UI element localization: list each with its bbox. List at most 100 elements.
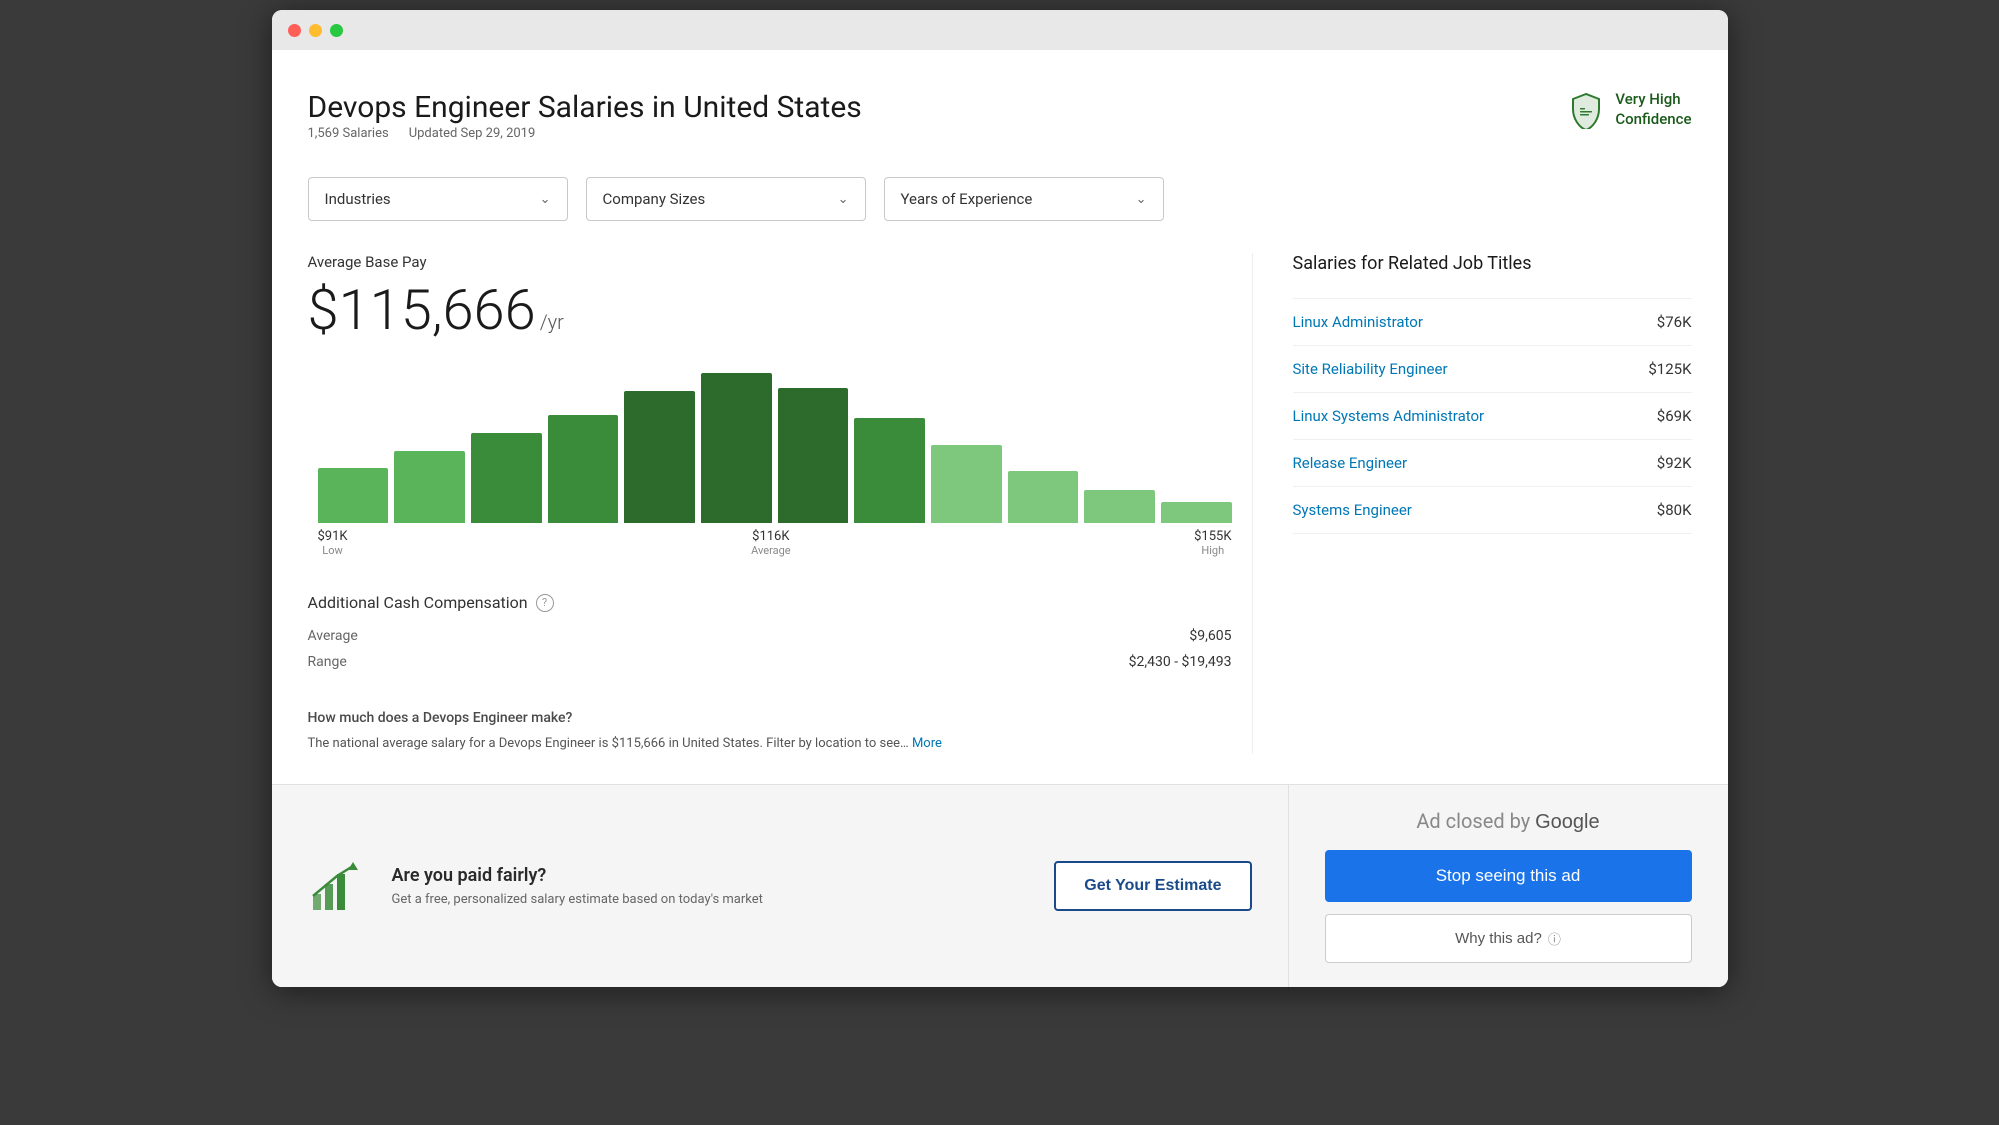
get-estimate-button[interactable]: Get Your Estimate — [1054, 861, 1251, 911]
ad-closed-text: Ad closed by — [1416, 809, 1535, 833]
info-icon: ⓘ — [1548, 929, 1561, 948]
related-job-linux-admin-salary: $76K — [1657, 313, 1692, 331]
updated-date: Updated Sep 29, 2019 — [409, 126, 536, 141]
experience-dropdown[interactable]: Years of Experience ⌄ — [884, 177, 1164, 221]
salary-chart-icon — [308, 856, 368, 916]
cash-comp-title: Additional Cash Compensation ? — [308, 593, 1232, 612]
bar-10 — [1008, 471, 1079, 524]
hist-high-desc: High — [1194, 544, 1231, 557]
bar-2 — [394, 451, 465, 523]
stop-seeing-ad-button[interactable]: Stop seeing this ad — [1325, 850, 1692, 902]
industries-chevron: ⌄ — [540, 192, 551, 207]
bar-1 — [318, 468, 389, 524]
related-jobs-list: Linux Administrator $76K Site Reliabilit… — [1293, 298, 1692, 534]
main-content: Devops Engineer Salaries in United State… — [272, 50, 1728, 754]
left-panel: Average Base Pay $115,666 /yr — [308, 253, 1232, 754]
main-section: Average Base Pay $115,666 /yr — [308, 253, 1692, 754]
cash-compensation: Additional Cash Compensation ? Average $… — [308, 593, 1232, 670]
help-icon[interactable]: ? — [536, 594, 554, 612]
related-item-sre: Site Reliability Engineer $125K — [1293, 346, 1692, 393]
confidence-text: Very HighConfidence — [1615, 90, 1691, 129]
page-title: Devops Engineer Salaries in United State… — [308, 90, 862, 126]
hist-high: $155K High — [1194, 529, 1231, 557]
related-job-release-eng-salary: $92K — [1657, 454, 1692, 472]
ad-icon-wrap — [308, 856, 368, 916]
ad-text-wrap: Are you paid fairly? Get a free, persona… — [392, 865, 1031, 907]
page-title-wrap: Devops Engineer Salaries in United State… — [308, 90, 862, 165]
comp-average-label: Average — [308, 628, 358, 644]
histogram-bars — [318, 373, 1232, 523]
related-job-linux-sysadmin-link[interactable]: Linux Systems Administrator — [1293, 407, 1485, 425]
desc-text: The national average salary for a Devops… — [308, 734, 1232, 754]
bar-8 — [854, 418, 925, 523]
bar-11 — [1084, 490, 1155, 523]
why-ad-label: Why this ad? — [1455, 930, 1542, 947]
comp-range-value: $2,430 - $19,493 — [1129, 654, 1232, 670]
company-sizes-dropdown[interactable]: Company Sizes ⌄ — [586, 177, 866, 221]
cash-comp-label: Additional Cash Compensation — [308, 593, 528, 612]
bar-4 — [548, 415, 619, 523]
hist-avg-desc: Average — [751, 544, 791, 557]
histogram-labels: $91K Low $116K Average $155K High — [318, 529, 1232, 557]
comp-average-row: Average $9,605 — [308, 628, 1232, 644]
comp-range-label: Range — [308, 654, 347, 670]
comp-average-value: $9,605 — [1189, 628, 1231, 644]
minimize-dot[interactable] — [309, 24, 322, 37]
hist-low-desc: Low — [318, 544, 348, 557]
related-job-linux-admin-link[interactable]: Linux Administrator — [1293, 313, 1423, 331]
more-link[interactable]: More — [912, 736, 942, 751]
comp-range-row: Range $2,430 - $19,493 — [308, 654, 1232, 670]
google-brand: Google — [1535, 811, 1600, 833]
related-job-sre-link[interactable]: Site Reliability Engineer — [1293, 360, 1448, 378]
related-item-linux-admin: Linux Administrator $76K — [1293, 298, 1692, 346]
meta-row: 1,569 Salaries Updated Sep 29, 2019 — [308, 126, 862, 141]
bar-5 — [624, 391, 695, 523]
related-item-linux-sysadmin: Linux Systems Administrator $69K — [1293, 393, 1692, 440]
related-title: Salaries for Related Job Titles — [1293, 253, 1692, 274]
related-item-release-eng: Release Engineer $92K — [1293, 440, 1692, 487]
related-job-systems-eng-link[interactable]: Systems Engineer — [1293, 501, 1412, 519]
desc-question: How much does a Devops Engineer make? — [308, 710, 1232, 726]
industries-label: Industries — [325, 190, 391, 208]
salary-unit: /yr — [540, 310, 564, 334]
maximize-dot[interactable] — [330, 24, 343, 37]
related-job-sre-salary: $125K — [1648, 360, 1691, 378]
experience-label: Years of Experience — [901, 190, 1033, 208]
company-sizes-label: Company Sizes — [603, 190, 706, 208]
salaries-count: 1,569 Salaries — [308, 126, 389, 141]
avg-base-pay-label: Average Base Pay — [308, 253, 1232, 271]
browser-window: Devops Engineer Salaries in United State… — [272, 10, 1728, 987]
titlebar — [272, 10, 1728, 50]
related-job-release-eng-link[interactable]: Release Engineer — [1293, 454, 1408, 472]
salary-ad-banner: Are you paid fairly? Get a free, persona… — [272, 785, 1288, 987]
bar-3 — [471, 433, 542, 523]
why-this-ad-button[interactable]: Why this ad? ⓘ — [1325, 914, 1692, 963]
histogram: $91K Low $116K Average $155K High — [318, 373, 1232, 557]
hist-avg: $116K Average — [751, 529, 791, 557]
hist-low-amount: $91K — [318, 529, 348, 544]
shield-icon — [1567, 91, 1605, 129]
company-chevron: ⌄ — [838, 192, 849, 207]
bar-9 — [931, 445, 1002, 523]
hist-avg-amount: $116K — [751, 529, 791, 544]
description-box: How much does a Devops Engineer make? Th… — [308, 690, 1232, 754]
industries-dropdown[interactable]: Industries ⌄ — [308, 177, 568, 221]
close-dot[interactable] — [288, 24, 301, 37]
related-item-systems-eng: Systems Engineer $80K — [1293, 487, 1692, 534]
related-job-linux-sysadmin-salary: $69K — [1657, 407, 1692, 425]
bottom-area: Are you paid fairly? Get a free, persona… — [272, 784, 1728, 987]
bar-12 — [1161, 502, 1232, 523]
right-panel: Salaries for Related Job Titles Linux Ad… — [1252, 253, 1692, 754]
ad-headline: Are you paid fairly? — [392, 865, 1031, 886]
google-ad-panel: Ad closed by Google Stop seeing this ad … — [1288, 785, 1728, 987]
related-job-systems-eng-salary: $80K — [1657, 501, 1692, 519]
ad-sub: Get a free, personalized salary estimate… — [392, 892, 1031, 907]
hist-high-amount: $155K — [1194, 529, 1231, 544]
hist-low: $91K Low — [318, 529, 348, 557]
salary-display: $115,666 /yr — [308, 277, 1232, 343]
experience-chevron: ⌄ — [1136, 192, 1147, 207]
confidence-badge: Very HighConfidence — [1567, 90, 1691, 129]
header-row: Devops Engineer Salaries in United State… — [308, 90, 1692, 165]
bar-7 — [778, 388, 849, 523]
google-ad-header: Ad closed by Google — [1325, 809, 1692, 834]
